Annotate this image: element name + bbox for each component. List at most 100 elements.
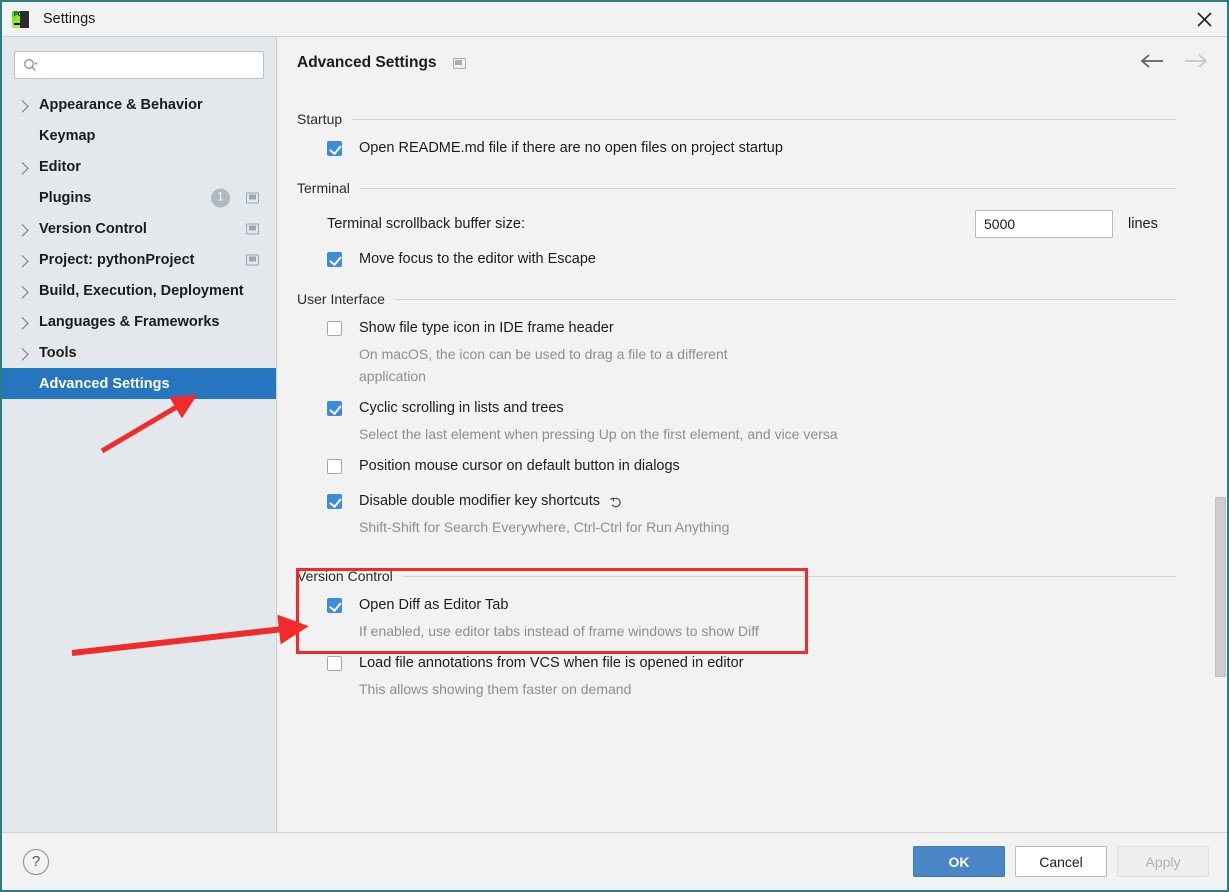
group-title: User Interface: [297, 291, 385, 307]
description-open-diff-as-tab: If enabled, use editor tabs instead of f…: [359, 623, 759, 639]
sidebar-item-badge: 1: [211, 188, 230, 207]
label-move-focus: Move focus to the editor with Escape: [359, 251, 596, 267]
sidebar-item-label: Keymap: [39, 127, 96, 144]
description-load-annotations: This allows showing them faster on deman…: [359, 681, 632, 697]
sidebar-item-label: Appearance & Behavior: [39, 96, 203, 113]
revert-glyph: [609, 496, 621, 507]
checkbox-show-file-type-icon[interactable]: [327, 321, 342, 336]
label-open-diff-as-tab: Open Diff as Editor Tab: [359, 597, 509, 613]
chevron-right-icon[interactable]: [15, 285, 29, 299]
sidebar-item-build-execution-deployment[interactable]: Build, Execution, Deployment: [2, 275, 276, 306]
chevron-right-icon[interactable]: [15, 254, 29, 268]
chevron-right-icon[interactable]: [15, 316, 29, 330]
label-terminal-scrollback: Terminal scrollback buffer size:: [327, 216, 525, 232]
help-button[interactable]: ?: [23, 848, 49, 875]
chevron-right-icon[interactable]: [15, 223, 29, 237]
label-open-readme: Open README.md file if there are no open…: [359, 140, 783, 156]
window-title: Settings: [43, 11, 96, 27]
sidebar-item-advanced-settings[interactable]: Advanced Settings: [2, 368, 276, 399]
group-title: Terminal: [297, 180, 350, 196]
label-disable-double-modifier-text: Disable double modifier key shortcuts: [359, 493, 600, 509]
setting-load-annotations[interactable]: Load file annotations from VCS when file…: [297, 654, 1198, 673]
sidebar-item-version-control[interactable]: Version Control: [2, 213, 276, 244]
checkbox-open-readme[interactable]: [327, 141, 342, 156]
search-icon: [23, 58, 38, 72]
project-scope-icon: [246, 223, 259, 234]
revert-icon[interactable]: [609, 495, 623, 509]
search-box[interactable]: [14, 51, 264, 79]
page-title: Advanced Settings: [297, 54, 437, 71]
arrow-right-icon[interactable]: [1183, 53, 1209, 73]
checkbox-disable-double-modifier[interactable]: [327, 494, 342, 509]
chevron-right-icon[interactable]: [15, 347, 29, 361]
arrow-left-icon[interactable]: [1139, 53, 1165, 73]
scrollbar-thumb[interactable]: [1215, 497, 1226, 677]
sidebar-item-keymap[interactable]: Keymap: [2, 120, 276, 151]
settings-dialog: PC Settings Appearance & Behavior Keymap…: [0, 0, 1229, 892]
sidebar-item-appearance-behavior[interactable]: Appearance & Behavior: [2, 89, 276, 120]
checkbox-open-diff-as-tab[interactable]: [327, 598, 342, 613]
settings-sidebar: Appearance & Behavior Keymap Editor Plugins…: [2, 37, 277, 832]
section-header-startup: Startup: [297, 111, 1198, 127]
label-lines-unit: lines: [1128, 216, 1158, 232]
section-header-version-control: Version Control: [297, 568, 1198, 584]
ok-button[interactable]: OK: [913, 846, 1005, 877]
section-header-terminal: Terminal: [297, 180, 1198, 196]
settings-category-list: Appearance & Behavior Keymap Editor Plugins…: [2, 89, 276, 399]
checkbox-load-annotations[interactable]: [327, 656, 342, 671]
setting-open-diff-as-tab[interactable]: Open Diff as Editor Tab: [297, 596, 1198, 615]
arrow-left-glyph: [1140, 54, 1163, 68]
sidebar-item-label: Editor: [39, 158, 81, 175]
setting-disable-double-modifier[interactable]: Disable double modifier key shortcuts: [297, 492, 1198, 511]
sidebar-item-editor[interactable]: Editor: [2, 151, 276, 182]
chevron-right-icon[interactable]: [15, 161, 29, 175]
dialog-button-group: OK Cancel Apply: [913, 846, 1209, 877]
search-wrapper: [14, 51, 264, 79]
setting-position-mouse-cursor[interactable]: Position mouse cursor on default button …: [297, 457, 1198, 476]
sidebar-item-languages-frameworks[interactable]: Languages & Frameworks: [2, 306, 276, 337]
pycharm-logo-icon: PC: [12, 10, 29, 28]
settings-scroll-area: Startup Open README.md file if there are…: [278, 89, 1227, 832]
setting-terminal-scrollback: Terminal scrollback buffer size: lines: [297, 210, 1198, 238]
label-position-mouse-cursor: Position mouse cursor on default button …: [359, 458, 680, 474]
sidebar-item-label: Advanced Settings: [39, 375, 170, 392]
sidebar-item-label: Tools: [39, 344, 77, 361]
chevron-right-icon[interactable]: [15, 99, 29, 113]
group-title: Version Control: [297, 568, 393, 584]
label-cyclic-scrolling: Cyclic scrolling in lists and trees: [359, 400, 564, 416]
terminal-scrollback-input[interactable]: [975, 210, 1113, 238]
sidebar-item-label: Project: pythonProject: [39, 251, 195, 268]
group-divider: [359, 187, 1176, 189]
sidebar-item-tools[interactable]: Tools: [2, 337, 276, 368]
sidebar-item-project-pythonproject[interactable]: Project: pythonProject: [2, 244, 276, 275]
checkbox-move-focus[interactable]: [327, 252, 342, 267]
search-input[interactable]: [42, 54, 263, 76]
checkbox-position-mouse-cursor[interactable]: [327, 459, 342, 474]
sidebar-item-label: Version Control: [39, 220, 147, 237]
group-divider: [394, 298, 1176, 300]
settings-main-panel: Advanced Settings Startup Open README.md…: [278, 37, 1227, 832]
checkbox-cyclic-scrolling[interactable]: [327, 401, 342, 416]
group-title: Startup: [297, 111, 343, 127]
close-icon[interactable]: [1181, 2, 1227, 36]
setting-move-focus[interactable]: Move focus to the editor with Escape: [297, 250, 1198, 269]
apply-button: Apply: [1117, 846, 1209, 877]
settings-content: Startup Open README.md file if there are…: [278, 111, 1198, 700]
navigation-arrows: [1139, 53, 1209, 73]
title-bar: PC Settings: [2, 2, 1227, 37]
vertical-scrollbar[interactable]: [1213, 89, 1227, 832]
sidebar-item-label: Languages & Frameworks: [39, 313, 220, 330]
search-glyph: [24, 59, 38, 71]
close-glyph: [1196, 11, 1212, 27]
group-divider: [402, 575, 1176, 577]
group-divider: [352, 118, 1176, 120]
project-scope-icon: [246, 192, 259, 203]
cancel-button[interactable]: Cancel: [1015, 846, 1107, 877]
logo-text: PC: [14, 11, 22, 18]
setting-open-readme[interactable]: Open README.md file if there are no open…: [297, 139, 1198, 158]
setting-show-file-type-icon[interactable]: Show file type icon in IDE frame header: [297, 319, 1198, 338]
setting-cyclic-scrolling[interactable]: Cyclic scrolling in lists and trees: [297, 399, 1198, 418]
sidebar-item-plugins[interactable]: Plugins 1: [2, 182, 276, 213]
sidebar-item-label: Plugins: [39, 189, 92, 206]
arrow-right-glyph: [1185, 54, 1208, 68]
